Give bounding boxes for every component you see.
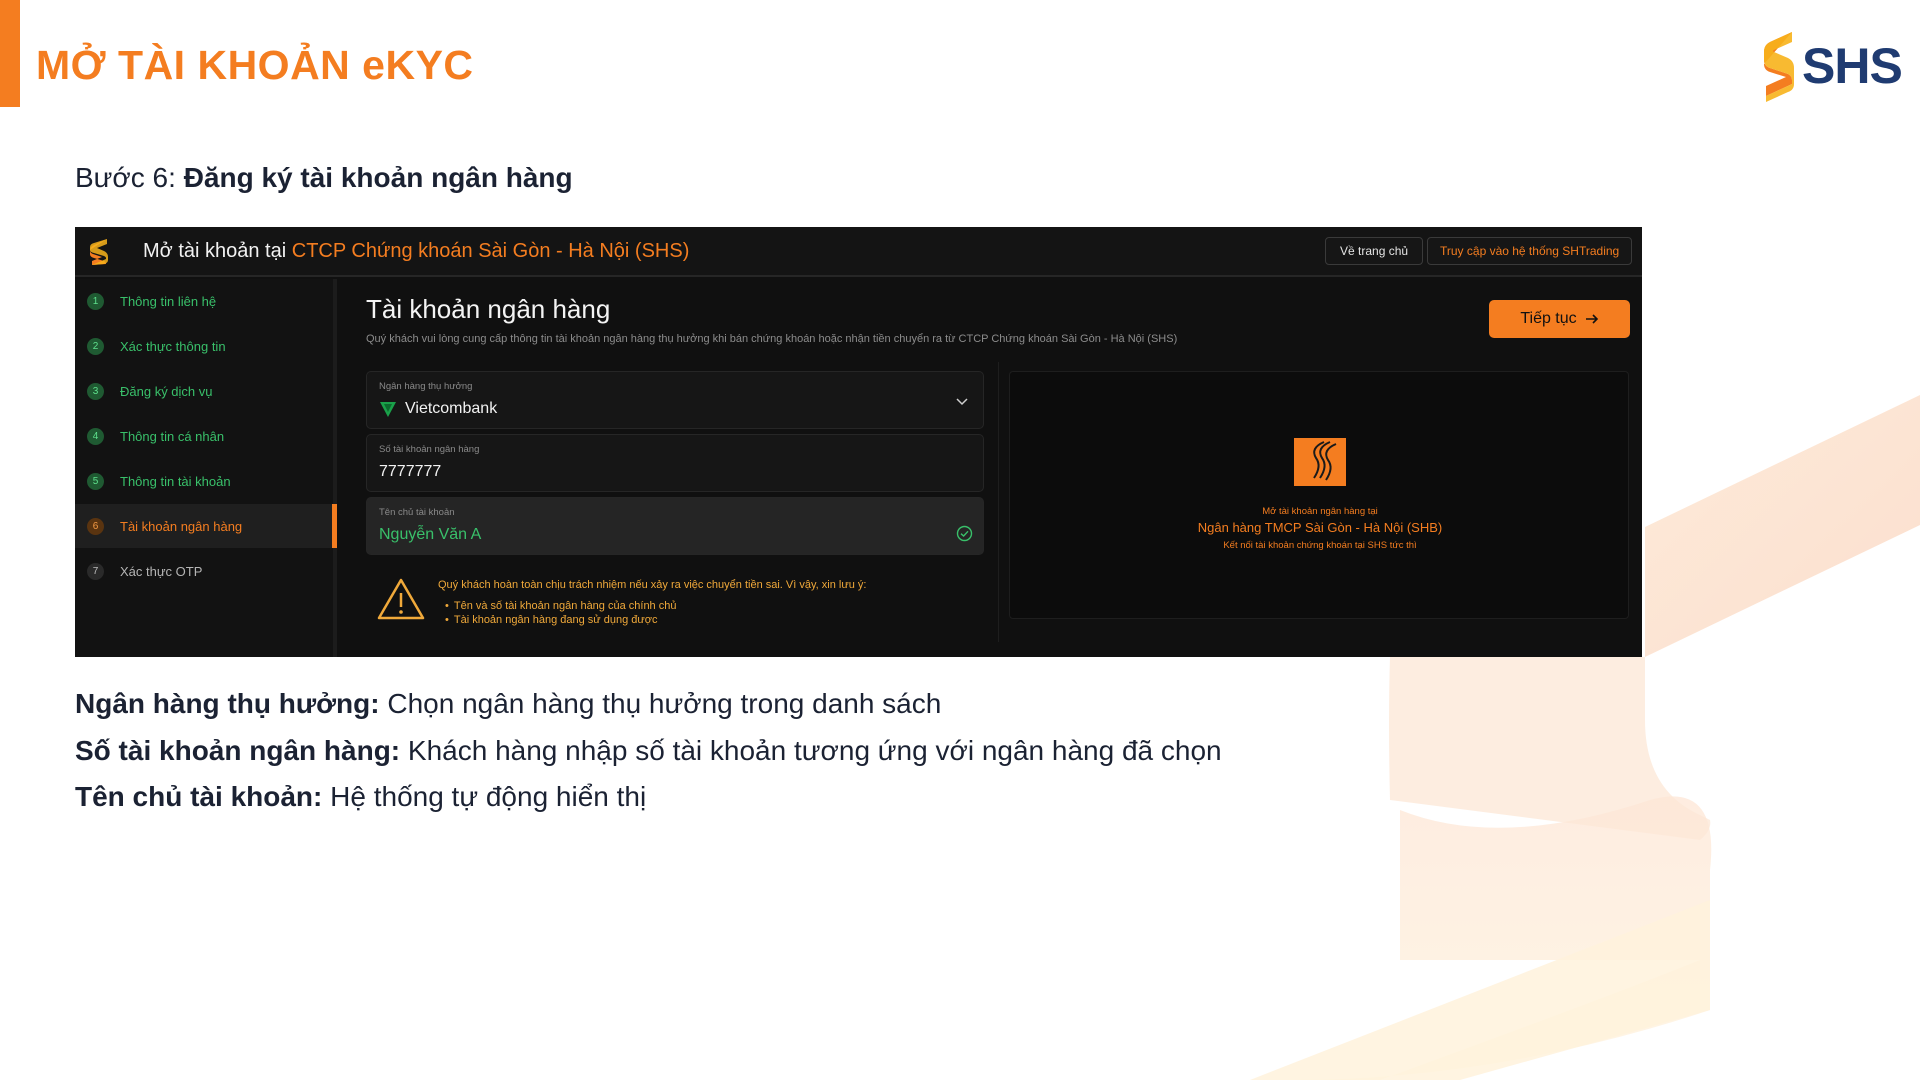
- step-label: Đăng ký dịch vụ: [120, 383, 213, 399]
- warning-list: Tên và số tài khoản ngân hàng của chính …: [445, 599, 677, 627]
- bank-select[interactable]: Ngân hàng thụ hưởng Vietcombank: [366, 371, 984, 429]
- shb-card-line2: Ngân hàng TMCP Sài Gòn - Hà Nội (SHB): [1197, 520, 1443, 535]
- step-number: 6: [87, 517, 104, 535]
- step-label: Xác thực OTP: [120, 563, 203, 579]
- step-label: Xác thực thông tin: [120, 338, 226, 354]
- panel-divider: [998, 362, 999, 642]
- warning-text: Quý khách hoàn toàn chịu trách nhiệm nếu…: [438, 579, 867, 591]
- slide-title: MỞ TÀI KHOẢN eKYC: [36, 42, 474, 88]
- description-account-number: Số tài khoản ngân hàng: Khách hàng nhập …: [75, 735, 1222, 767]
- step-number: 4: [87, 427, 104, 445]
- description-term: Ngân hàng thụ hưởng:: [75, 688, 380, 719]
- warning-item: Tên và số tài khoản ngân hàng của chính …: [445, 599, 677, 613]
- step-number: 3: [87, 382, 104, 400]
- sidebar-step-verify[interactable]: 2 Xác thực thông tin: [75, 324, 337, 368]
- sidebar-step-bank-account[interactable]: 6 Tài khoản ngân hàng: [75, 504, 337, 548]
- step-number: 2: [87, 337, 104, 355]
- warning-item: Tài khoản ngân hàng đang sử dụng được: [445, 613, 676, 627]
- bank-select-label: Ngân hàng thụ hưởng: [379, 381, 473, 392]
- bank-account-title: Tài khoản ngân hàng: [366, 294, 611, 324]
- description-bank: Ngân hàng thụ hưởng: Chọn ngân hàng thụ …: [75, 688, 941, 720]
- step-prefix: Bước 6:: [75, 162, 176, 193]
- step-label: Thông tin cá nhân: [120, 428, 225, 444]
- step-label: Thông tin tài khoản: [120, 473, 231, 489]
- sidebar-step-personal[interactable]: 4 Thông tin cá nhân: [75, 414, 337, 458]
- step-number: 5: [87, 472, 104, 490]
- steps-sidebar: 1 Thông tin liên hệ 2 Xác thực thông tin…: [75, 279, 337, 657]
- description-term: Tên chủ tài khoản:: [75, 781, 323, 812]
- bank-account-subtitle: Quý khách vui lòng cung cấp thông tin tà…: [366, 333, 1178, 345]
- sidebar-step-account[interactable]: 5 Thông tin tài khoản: [75, 459, 337, 503]
- description-text: Khách hàng nhập số tài khoản tương ứng v…: [400, 735, 1222, 766]
- account-number-label: Số tài khoản ngân hàng: [379, 444, 480, 455]
- shs-logo: SHS: [1762, 28, 1903, 104]
- shb-card-line3: Kết nối tài khoản chứng khoán tại SHS tứ…: [1223, 540, 1417, 551]
- bank-select-value: Vietcombank: [405, 400, 498, 417]
- app-heading-org: CTCP Chứng khoán Sài Gòn - Hà Nội (SHS): [291, 240, 690, 262]
- step-heading: Bước 6: Đăng ký tài khoản ngân hàng: [75, 162, 573, 194]
- shb-promo-card[interactable]: Mở tài khoản ngân hàng tại Ngân hàng TMC…: [1009, 371, 1629, 619]
- description-text: Hệ thống tự động hiển thị: [322, 781, 647, 812]
- shs-s-icon: [1764, 32, 1794, 102]
- step-label: Tài khoản ngân hàng: [120, 518, 243, 534]
- description-term: Số tài khoản ngân hàng:: [75, 735, 401, 766]
- shb-card-line1: Mở tài khoản ngân hàng tại: [1262, 506, 1378, 517]
- app-heading: Mở tài khoản tại CTCP Chứng khoán Sài Gò…: [143, 240, 689, 263]
- step-number: 1: [87, 292, 104, 310]
- bank-select-value-row: Vietcombank: [379, 400, 497, 418]
- account-number-input[interactable]: Số tài khoản ngân hàng 7777777: [366, 434, 984, 492]
- step-number: 7: [87, 562, 104, 580]
- continue-label: Tiếp tục: [1520, 310, 1577, 327]
- account-number-value: 7777777: [379, 463, 442, 480]
- sidebar-step-services[interactable]: 3 Đăng ký dịch vụ: [75, 369, 337, 413]
- app-logo-icon: [90, 239, 108, 265]
- chevron-down-icon: [956, 398, 968, 406]
- shb-logo-icon: [1294, 438, 1346, 486]
- account-owner-label: Tên chủ tài khoản: [379, 507, 455, 518]
- sidebar-step-otp[interactable]: 7 Xác thực OTP: [75, 549, 337, 593]
- continue-button[interactable]: Tiếp tục: [1489, 300, 1630, 338]
- vietcombank-icon: [380, 402, 396, 417]
- account-owner-field: Tên chủ tài khoản Nguyễn Văn A: [366, 497, 984, 555]
- sidebar-step-contact[interactable]: 1 Thông tin liên hệ: [75, 279, 337, 323]
- logo-text: SHS: [1802, 38, 1903, 94]
- step-label: Thông tin liên hệ: [120, 293, 217, 309]
- check-circle-icon: [956, 525, 973, 542]
- account-owner-value: Nguyễn Văn A: [379, 526, 482, 543]
- description-account-owner: Tên chủ tài khoản: Hệ thống tự động hiển…: [75, 781, 646, 813]
- arrow-right-icon: [1585, 314, 1598, 324]
- app-header: Mở tài khoản tại CTCP Chứng khoán Sài Gò…: [75, 227, 1642, 277]
- title-accent-bar: [0, 0, 20, 107]
- step-title: Đăng ký tài khoản ngân hàng: [183, 162, 573, 193]
- home-button[interactable]: Về trang chủ: [1325, 237, 1424, 265]
- shtrading-button[interactable]: Truy cập vào hệ thống SHTrading: [1427, 237, 1633, 265]
- ekyc-app-screenshot: Mở tài khoản tại CTCP Chứng khoán Sài Gò…: [75, 227, 1642, 657]
- warning-icon: [377, 578, 425, 620]
- description-text: Chọn ngân hàng thụ hưởng trong danh sách: [379, 688, 942, 719]
- app-heading-prefix: Mở tài khoản tại: [143, 240, 287, 262]
